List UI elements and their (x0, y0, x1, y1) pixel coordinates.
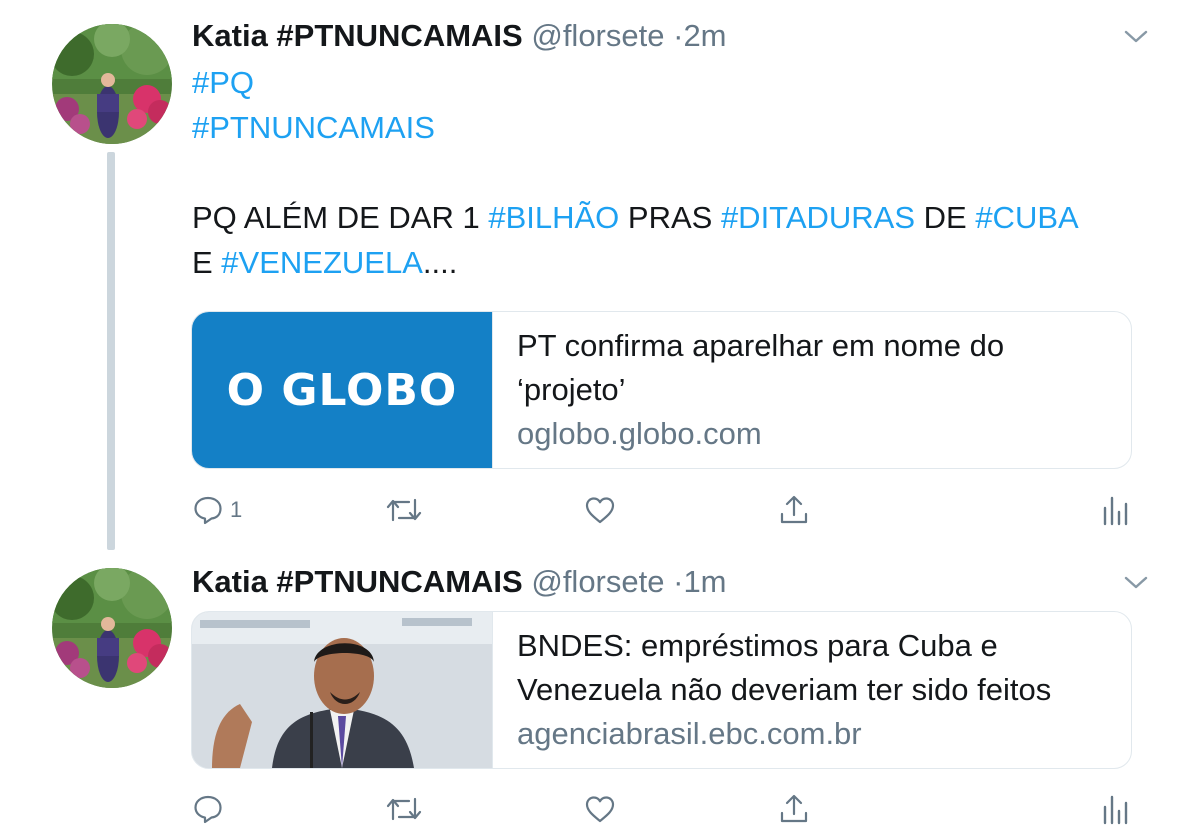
user-handle[interactable]: @florsete (531, 564, 664, 599)
analytics-button[interactable] (1102, 789, 1128, 829)
retweet-button[interactable] (385, 490, 423, 530)
thread-line (107, 152, 115, 550)
reply-button[interactable]: 1 (192, 490, 242, 530)
share-button[interactable] (778, 490, 810, 530)
retweet-icon (385, 793, 423, 825)
card-title: Venezuela não deveriam ter sido feitos (517, 672, 1052, 707)
hashtag-link[interactable]: #DITADURAS (721, 200, 915, 235)
text-segment: .... (422, 245, 458, 280)
card-image (192, 612, 493, 768)
card-title: ‘projeto’ (517, 372, 626, 407)
share-icon (778, 793, 810, 825)
card-image: O GLOBO (192, 312, 493, 468)
timestamp[interactable]: 1m (683, 564, 726, 599)
analytics-icon (1102, 494, 1128, 526)
like-icon (584, 793, 616, 825)
reply-count: 1 (230, 497, 243, 522)
share-icon (778, 494, 810, 526)
timestamp[interactable]: 2m (683, 18, 726, 53)
chevron-down-icon[interactable] (1122, 22, 1150, 50)
display-name[interactable]: Katia #PTNUNCAMAIS (192, 18, 523, 53)
chevron-down-icon[interactable] (1122, 568, 1150, 596)
separator-dot: · (673, 18, 684, 53)
avatar[interactable] (52, 568, 172, 688)
card-text: PT confirma aparelhar em nome do ‘projet… (517, 324, 1111, 456)
hashtag-link[interactable]: #PQ (192, 65, 254, 100)
like-button[interactable] (584, 789, 616, 829)
card-domain: oglobo.globo.com (517, 416, 762, 451)
hashtag-link[interactable]: #CUBA (975, 200, 1078, 235)
action-bar: 1 (192, 490, 1142, 530)
link-card[interactable]: BNDES: empréstimos para Cuba e Venezuela… (191, 611, 1132, 769)
tweet-header: Katia #PTNUNCAMAIS @florsete ·2m (192, 14, 727, 58)
card-text: BNDES: empréstimos para Cuba e Venezuela… (517, 624, 1111, 756)
card-title: PT confirma aparelhar em nome do (517, 328, 1005, 363)
reply-icon (192, 793, 224, 825)
avatar[interactable] (52, 24, 172, 144)
share-button[interactable] (778, 789, 810, 829)
retweet-icon (385, 494, 423, 526)
tweet[interactable]: Katia #PTNUNCAMAIS @florsete ·1m BNDES: … (0, 560, 1200, 835)
text-segment: PQ ALÉM DE DAR 1 (192, 200, 489, 235)
hashtag-link[interactable]: #PTNUNCAMAIS (192, 110, 435, 145)
card-title: BNDES: empréstimos para Cuba e (517, 628, 998, 663)
like-button[interactable] (584, 490, 616, 530)
tweet[interactable]: Katia #PTNUNCAMAIS @florsete ·2m #PQ #PT… (0, 0, 1200, 560)
reply-icon (192, 494, 224, 526)
hashtag-link[interactable]: #BILHÃO (488, 200, 619, 235)
reply-button[interactable] (192, 789, 230, 829)
link-card[interactable]: O GLOBO PT confirma aparelhar em nome do… (191, 311, 1132, 469)
retweet-button[interactable] (385, 789, 423, 829)
tweet-text: #PQ #PTNUNCAMAIS PQ ALÉM DE DAR 1 #BILHÃ… (192, 60, 1079, 285)
like-icon (584, 494, 616, 526)
analytics-button[interactable] (1102, 490, 1128, 530)
text-segment: PRAS (619, 200, 721, 235)
card-domain: agenciabrasil.ebc.com.br (517, 716, 862, 751)
action-bar (192, 789, 1142, 829)
tweet-header: Katia #PTNUNCAMAIS @florsete ·1m (192, 560, 727, 604)
user-handle[interactable]: @florsete (531, 18, 664, 53)
card-image-logo: O GLOBO (226, 364, 458, 416)
hashtag-link[interactable]: #VENEZUELA (221, 245, 423, 280)
display-name[interactable]: Katia #PTNUNCAMAIS (192, 564, 523, 599)
analytics-icon (1102, 793, 1128, 825)
text-segment: DE (915, 200, 976, 235)
text-segment: E (192, 245, 222, 280)
separator-dot: · (673, 564, 684, 599)
